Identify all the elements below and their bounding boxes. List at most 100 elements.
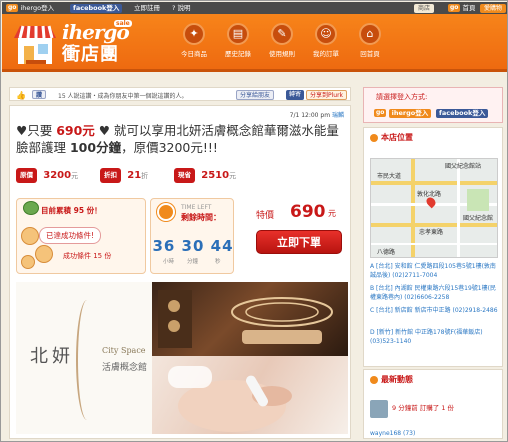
activity-user[interactable]: wayne168 (73) <box>370 430 415 437</box>
nav-home[interactable]: ⌂ 回首頁 <box>352 23 388 58</box>
savings-tag: 現省 <box>174 168 195 183</box>
special-price-label: 特價 <box>256 211 275 221</box>
spa-interior-photo <box>152 282 348 356</box>
facebook-login-label: facebook登入 <box>70 4 123 13</box>
address-item[interactable]: D [新竹] 新竹館 中正路178號F(福華飯店) (03)523-1140 <box>370 328 500 346</box>
shop-button[interactable]: 愛購物 <box>480 4 507 13</box>
home-label: 首頁 <box>462 4 476 12</box>
like-count-text: 15 人說這讚・成為你朋友中第一個說這讚的人。 <box>58 93 188 100</box>
map-label: 國父紀念館 <box>463 215 494 222</box>
nav-today-deals[interactable]: ✦ 今日商品 <box>176 23 212 58</box>
activity-icon <box>370 375 378 384</box>
facebook-signin-button[interactable]: facebook登入 <box>436 108 489 118</box>
store-location-label: 本店位置 <box>381 133 413 142</box>
help-link[interactable]: ? 說明 <box>172 3 191 13</box>
store-location-title: 本店位置 <box>370 132 413 143</box>
tag-icon: ✦ <box>183 23 205 45</box>
original-price-unit: 元 <box>71 172 79 180</box>
top-bar: go ihergo登入 facebook登入 立即註冊 ? 說明 商店 go 首… <box>2 2 507 14</box>
special-price-unit: 元 <box>328 209 336 218</box>
title-prefix: ♥只要 <box>16 123 57 138</box>
deal-datetime: 7/1 12:00 pm 瑞麟 <box>290 110 344 119</box>
ihergo-signin-button[interactable]: go ihergo登入 <box>374 108 432 118</box>
page-frame: go ihergo登入 facebook登入 立即註冊 ? 說明 商店 go 首… <box>0 0 508 442</box>
nav-rules[interactable]: ✎ 使用規則 <box>264 23 300 58</box>
store-map[interactable]: 國父紀念館站 市民大道 忠孝東路 敦化北路 國父紀念館 八德路 <box>370 158 498 258</box>
sold-count: 目前累積 95 份！ <box>41 206 102 215</box>
nav-my-orders[interactable]: ☺ 我的訂單 <box>308 23 344 58</box>
ihergo-login-link[interactable]: go ihergo登入 <box>6 3 54 13</box>
title-suffix: ，原價3200元!!! <box>121 140 218 155</box>
happy-face-icon <box>35 245 53 263</box>
latest-activity-panel: 最新動態 9 分鐘前 訂購了 1 份 wayne168 (73) <box>363 369 503 439</box>
ihergo-signin-label: ihergo登入 <box>388 109 432 118</box>
discount-value: 21折 <box>127 170 148 181</box>
help-icon: ? <box>172 4 176 12</box>
latest-activity-title: 最新動態 <box>370 374 413 385</box>
email-forward-button[interactable]: 轉寄 <box>286 90 305 100</box>
map-label: 市民大道 <box>377 173 402 180</box>
special-price-value: 690 <box>290 202 326 222</box>
seconds-label: 秒 <box>215 259 221 265</box>
nav-label: 使用規則 <box>269 50 295 58</box>
deal-date: 7/1 12:00 pm <box>289 112 331 119</box>
title-price: 690元 <box>56 123 95 138</box>
share-facebook-button[interactable]: 分享給朋友 <box>236 90 275 100</box>
clock-icon <box>157 203 175 221</box>
avatar[interactable] <box>370 400 388 418</box>
register-label: 立即註冊 <box>134 4 160 12</box>
original-price-value: 3200元 <box>43 170 78 181</box>
shop-label: 愛購物 <box>484 5 503 12</box>
remaining-time-label: 剩餘時間： <box>181 213 221 222</box>
spa-interior-illustration <box>158 290 333 348</box>
brand-curve-decoration <box>76 300 98 420</box>
discount: 折扣 21折 <box>100 168 148 186</box>
facebook-login-link[interactable]: facebook登入 <box>70 3 123 13</box>
signin-box: 請選擇登入方式: go ihergo登入 facebook登入 <box>363 87 503 123</box>
original-price-number: 3200 <box>43 170 72 181</box>
nav-label: 歷史記錄 <box>225 50 251 58</box>
rules-icon: ✎ <box>271 23 293 45</box>
buy-now-button[interactable]: 立即下單 <box>256 230 342 254</box>
deal-city[interactable]: 瑞麟 <box>332 112 344 119</box>
facial-treatment-photo <box>152 356 348 434</box>
deal-title: ♥只要 690元 ♥ 就可以享用北妍活膚概念館華爾滋水能量臉部護理 100分鐘，… <box>16 122 346 156</box>
thumbs-up-icon: 👍 <box>16 91 26 100</box>
countdown-header: TIME LEFT 剩餘時間： <box>155 203 231 223</box>
sale-badge: sale <box>114 20 132 27</box>
address-item[interactable]: C [台北] 新店館 新店市中正路 (02)2918-2486 <box>370 306 500 315</box>
location-icon <box>370 133 378 142</box>
like-label: 讚 <box>36 92 43 99</box>
map-label: 國父紀念館站 <box>445 163 482 170</box>
time-left-label: TIME LEFT <box>181 204 212 211</box>
nav-label: 我的訂單 <box>313 50 339 58</box>
countdown-value: 36 30 44 <box>152 237 234 255</box>
map-road <box>371 243 497 245</box>
savings: 現省 2510元 <box>174 168 236 186</box>
activity-text: 9 分鐘前 訂購了 1 份 <box>392 404 455 412</box>
address-item[interactable]: A [台北] 安和館 仁愛路四段105巷5號1樓(敦南誠品後) (02)2711… <box>370 262 500 280</box>
sold-status-box: 目前累積 95 份！ 已達成功條件! 成功條件 15 份 <box>16 198 146 274</box>
deal-photo: 北妍 City Space 活膚概念館 <box>16 282 348 434</box>
go-logo: go <box>448 4 461 12</box>
deal-card: 7/1 12:00 pm 瑞麟 ♥只要 690元 ♥ 就可以享用北妍活膚概念館華… <box>9 105 351 439</box>
like-button[interactable]: 讚 <box>32 90 47 99</box>
savings-value: 2510元 <box>201 170 236 181</box>
discount-unit: 折 <box>141 172 149 180</box>
address-item[interactable]: B [台北] 內湖館 民權東路六段15巷19號1樓(民權東路巷內) (02)66… <box>370 284 500 302</box>
go-logo: go <box>374 109 387 117</box>
register-link[interactable]: 立即註冊 <box>134 3 160 13</box>
nav-history[interactable]: ▤ 歷史記錄 <box>220 23 256 58</box>
plurk-share-button[interactable]: 分享到Plurk <box>306 90 348 100</box>
minutes-label: 分鐘 <box>187 259 199 265</box>
home-link[interactable]: go 首頁 <box>448 3 476 13</box>
map-label: 忠孝東路 <box>419 229 444 236</box>
store-button[interactable]: 商店 <box>414 4 435 13</box>
brand-logo: 北妍 City Space 活膚概念館 <box>16 282 152 434</box>
nav-label: 回首頁 <box>360 50 380 58</box>
brand-name-chinese: 北妍 <box>30 346 74 367</box>
storefront-logo-icon[interactable] <box>12 22 58 66</box>
facial-treatment-illustration <box>168 366 292 432</box>
savings-unit: 元 <box>229 172 237 180</box>
help-label: 說明 <box>177 4 191 12</box>
